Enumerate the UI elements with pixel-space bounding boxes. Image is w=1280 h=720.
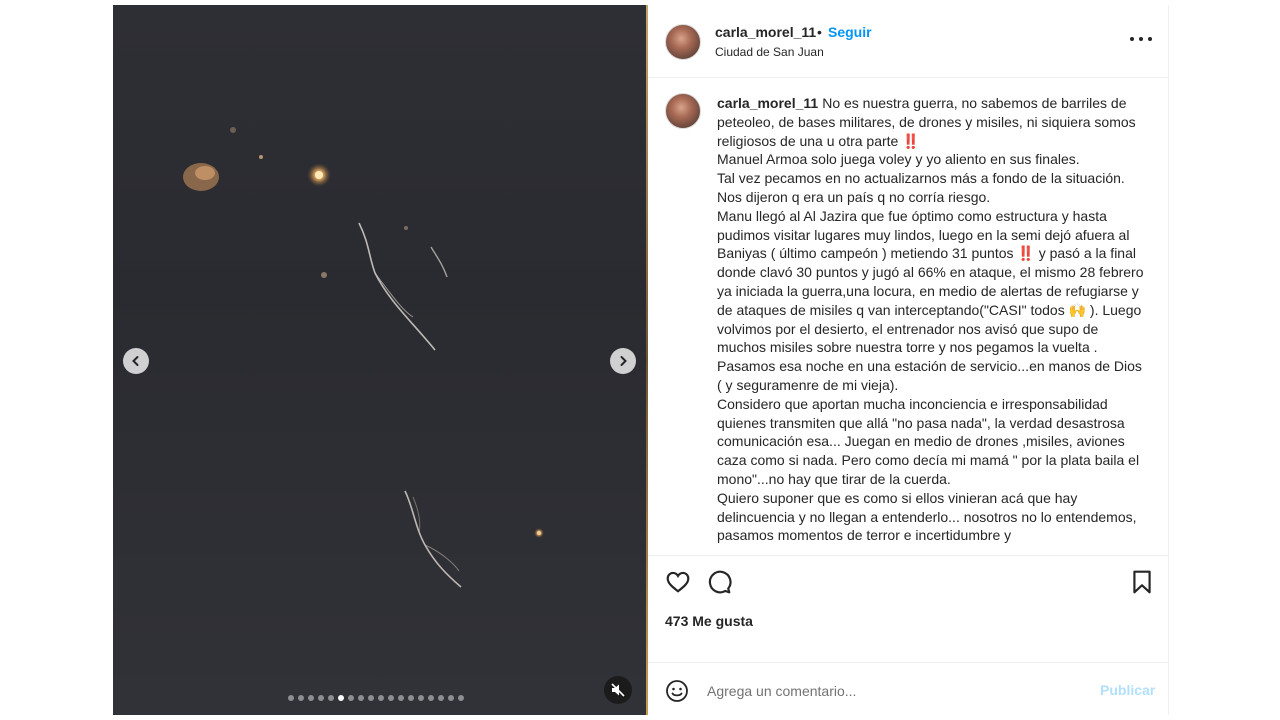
heart-icon xyxy=(666,571,690,593)
carousel-prev-button[interactable] xyxy=(123,348,149,374)
smiley-icon xyxy=(666,680,688,702)
carousel-dot xyxy=(358,695,364,701)
caption-line: Nos dijeron q era un país q no corría ri… xyxy=(717,188,991,205)
location-link[interactable]: Ciudad de San Juan xyxy=(715,45,824,59)
publish-button[interactable]: Publicar xyxy=(1100,682,1155,698)
carousel-dot xyxy=(418,695,424,701)
save-button[interactable] xyxy=(1129,569,1155,595)
caption-username-link[interactable]: carla_morel_11 xyxy=(717,95,818,111)
avatar[interactable] xyxy=(665,93,701,129)
author-username-link[interactable]: carla_morel_11 xyxy=(715,24,816,40)
caption-line: carla_morel_11 No es nuestra guerra, no s… xyxy=(717,94,1147,150)
post-header: carla_morel_11 • Seguir Ciudad de San Ju… xyxy=(648,5,1168,78)
caption-line: Considero que aportan mucha inconciencia… xyxy=(717,395,1140,487)
carousel-dot xyxy=(458,695,464,701)
carousel-dot xyxy=(298,695,304,701)
comment-input[interactable] xyxy=(705,679,1079,703)
comment-button[interactable] xyxy=(706,569,732,595)
carousel-dot xyxy=(308,695,314,701)
like-button[interactable] xyxy=(665,569,691,595)
post-details-panel: carla_morel_11 • Seguir Ciudad de San Ju… xyxy=(648,5,1169,715)
avatar[interactable] xyxy=(665,24,701,60)
chevron-left-icon xyxy=(132,356,139,366)
more-options-button[interactable] xyxy=(1130,31,1152,47)
comment-bubble-icon xyxy=(708,570,732,594)
caption-line: Manuel Armoa solo juega voley y yo alien… xyxy=(717,151,1080,168)
more-horizontal-icon xyxy=(1130,37,1134,41)
separator-dot: • xyxy=(817,24,822,40)
likes-count[interactable]: 473 Me gusta xyxy=(665,613,753,629)
carousel-dot xyxy=(428,695,434,701)
caption-line: Tal vez pecamos en no actualizarnos más … xyxy=(717,170,1125,187)
follow-button[interactable]: Seguir xyxy=(828,24,872,40)
more-dot xyxy=(1148,37,1152,41)
bookmark-icon xyxy=(1133,570,1151,594)
mute-toggle-button[interactable] xyxy=(604,676,632,704)
carousel-dot xyxy=(348,695,354,701)
post-caption: carla_morel_11 No es nuestra guerra, no s… xyxy=(717,94,1147,545)
carousel-dot xyxy=(378,695,384,701)
carousel-dot xyxy=(368,695,374,701)
speaker-muted-icon xyxy=(611,683,625,697)
more-dot xyxy=(1139,37,1143,41)
carousel-dot xyxy=(338,695,344,701)
post-media[interactable] xyxy=(113,5,648,715)
carousel-dot xyxy=(288,695,294,701)
add-comment-bar: Publicar xyxy=(648,662,1168,716)
carousel-dot xyxy=(328,695,334,701)
carousel-dot xyxy=(408,695,414,701)
caption-line: Manu llegó al Al Jazira que fue óptimo c… xyxy=(717,207,1144,393)
post-actions-bar: 473 Me gusta xyxy=(648,555,1168,664)
carousel-dot xyxy=(448,695,454,701)
carousel-next-button[interactable] xyxy=(610,348,636,374)
carousel-dot xyxy=(438,695,444,701)
emoji-picker-button[interactable] xyxy=(665,679,691,705)
night-sky-missile-trails-image xyxy=(183,127,544,588)
carousel-dots xyxy=(288,695,464,701)
caption-scroll-area[interactable]: carla_morel_11 No es nuestra guerra, no s… xyxy=(648,78,1168,555)
carousel-dot xyxy=(318,695,324,701)
caption-line: Quiero suponer que es como si ellos vini… xyxy=(717,489,1137,544)
carousel-dot xyxy=(388,695,394,701)
carousel-dot xyxy=(398,695,404,701)
chevron-right-icon xyxy=(620,356,627,366)
